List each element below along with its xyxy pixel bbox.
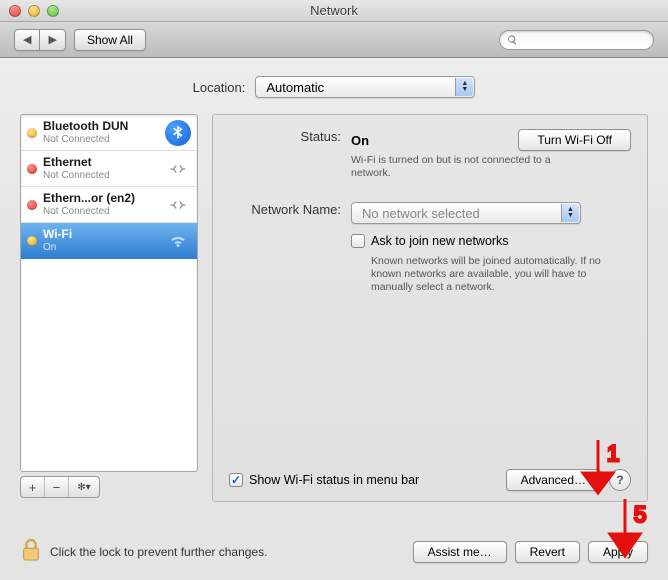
main-split: Bluetooth DUN Not Connected Ethernet Not…: [20, 114, 648, 502]
status-dot-icon: [27, 200, 37, 210]
assist-me-label: Assist me…: [428, 545, 492, 559]
minus-icon: −: [53, 480, 61, 495]
status-dot-icon: [27, 164, 37, 174]
bottom-bar: Click the lock to prevent further change…: [20, 537, 648, 566]
plus-icon: +: [29, 480, 37, 495]
location-popup[interactable]: Automatic ▲▼: [255, 76, 475, 98]
back-button[interactable]: ◀: [14, 29, 39, 51]
search-input[interactable]: [518, 33, 646, 47]
advanced-button[interactable]: Advanced…: [506, 469, 601, 491]
network-name-popup[interactable]: No network selected ▲▼: [351, 202, 581, 224]
wifi-icon: [165, 228, 191, 254]
sidebar-item-text: Wi-Fi On: [43, 227, 159, 255]
chevron-updown-icon: ▲▼: [561, 204, 579, 222]
detail-pane: Status: On Turn Wi-Fi Off Wi-Fi is turne…: [212, 114, 648, 502]
sidebar-item-status: Not Connected: [43, 205, 159, 219]
sidebar-item-name: Ethernet: [43, 155, 159, 169]
ethernet-icon: [165, 192, 191, 218]
lock-row: Click the lock to prevent further change…: [20, 537, 267, 566]
turn-wifi-off-button[interactable]: Turn Wi-Fi Off: [518, 129, 631, 151]
forward-button[interactable]: ▶: [39, 29, 65, 51]
interface-list: Bluetooth DUN Not Connected Ethernet Not…: [20, 114, 198, 472]
status-dot-icon: [27, 236, 37, 246]
status-value-wrap: On Turn Wi-Fi Off Wi-Fi is turned on but…: [351, 129, 631, 180]
sidebar-item-text: Ethernet Not Connected: [43, 155, 159, 183]
ask-join-row: Ask to join new networks Known networks …: [231, 234, 631, 294]
lock-icon[interactable]: [20, 537, 42, 566]
forward-icon: ▶: [48, 33, 56, 46]
apply-button[interactable]: Apply: [588, 541, 648, 563]
turn-wifi-off-label: Turn Wi-Fi Off: [537, 133, 612, 147]
ask-join-checkbox[interactable]: Ask to join new networks: [351, 234, 509, 248]
add-interface-button[interactable]: +: [21, 477, 45, 497]
sidebar-item-ethernet-en2[interactable]: Ethern...or (en2) Not Connected: [21, 187, 197, 223]
ethernet-icon: [165, 156, 191, 182]
revert-button[interactable]: Revert: [515, 541, 580, 563]
lock-text: Click the lock to prevent further change…: [50, 545, 267, 559]
location-row: Location: Automatic ▲▼: [20, 76, 648, 98]
action-menu-button[interactable]: ✻▾: [69, 477, 99, 497]
search-field[interactable]: [499, 30, 654, 50]
toolbar: ◀ ▶ Show All: [0, 22, 668, 58]
show-all-label: Show All: [87, 33, 133, 47]
chevron-updown-icon: ▲▼: [455, 78, 473, 96]
content-area: Location: Automatic ▲▼ Bluetooth DUN Not…: [0, 58, 668, 580]
sidebar-item-wifi[interactable]: Wi-Fi On: [21, 223, 197, 259]
show-menubar-label: Show Wi-Fi status in menu bar: [249, 473, 419, 487]
revert-label: Revert: [530, 545, 565, 559]
sidebar-item-status: On: [43, 241, 159, 255]
sidebar-item-status: Not Connected: [43, 133, 159, 147]
back-icon: ◀: [23, 33, 31, 46]
ask-join-label: Ask to join new networks: [371, 234, 509, 248]
advanced-label: Advanced…: [521, 473, 586, 487]
search-icon: [507, 34, 518, 46]
ask-join-help: Known networks will be joined automatica…: [371, 255, 601, 294]
checkbox-icon: [351, 234, 365, 248]
sidebar-item-text: Bluetooth DUN Not Connected: [43, 119, 159, 147]
bluetooth-icon: [165, 120, 191, 146]
svg-text:5: 5: [634, 502, 646, 527]
status-help: Wi-Fi is turned on but is not connected …: [351, 154, 581, 180]
sidebar-item-bluetooth[interactable]: Bluetooth DUN Not Connected: [21, 115, 197, 151]
network-name-value-wrap: No network selected ▲▼: [351, 202, 631, 224]
remove-interface-button[interactable]: −: [45, 477, 69, 497]
network-name-row: Network Name: No network selected ▲▼: [231, 202, 631, 224]
sidebar-item-text: Ethern...or (en2) Not Connected: [43, 191, 159, 219]
gear-icon: ✻▾: [77, 482, 90, 493]
status-row: Status: On Turn Wi-Fi Off Wi-Fi is turne…: [231, 129, 631, 180]
window-title: Network: [0, 3, 668, 18]
sidebar-item-name: Ethern...or (en2): [43, 191, 159, 205]
status-dot-icon: [27, 128, 37, 138]
show-menubar-checkbox[interactable]: ✓ Show Wi-Fi status in menu bar: [229, 473, 419, 487]
ask-join-wrap: Ask to join new networks Known networks …: [351, 234, 631, 294]
show-all-button[interactable]: Show All: [74, 29, 146, 51]
checkbox-icon: ✓: [229, 473, 243, 487]
help-button[interactable]: ?: [609, 469, 631, 491]
sidebar-item-name: Bluetooth DUN: [43, 119, 159, 133]
assist-me-button[interactable]: Assist me…: [413, 541, 507, 563]
titlebar: Network: [0, 0, 668, 22]
status-value: On: [351, 133, 369, 148]
detail-bottom-row: ✓ Show Wi-Fi status in menu bar Advanced…: [229, 469, 631, 491]
sidebar-item-ethernet[interactable]: Ethernet Not Connected: [21, 151, 197, 187]
location-label: Location:: [193, 80, 246, 95]
nav-segment: ◀ ▶: [14, 29, 66, 51]
network-name-value: No network selected: [362, 206, 480, 221]
sidebar-controls: + − ✻▾: [20, 476, 100, 498]
sidebar-wrap: Bluetooth DUN Not Connected Ethernet Not…: [20, 114, 198, 502]
sidebar-item-name: Wi-Fi: [43, 227, 159, 241]
apply-label: Apply: [603, 545, 633, 559]
help-icon: ?: [616, 473, 623, 487]
status-label: Status:: [231, 129, 351, 144]
network-name-label: Network Name:: [231, 202, 351, 217]
location-value: Automatic: [266, 80, 324, 95]
bottom-buttons: Assist me… Revert Apply: [413, 541, 648, 563]
sidebar-item-status: Not Connected: [43, 169, 159, 183]
